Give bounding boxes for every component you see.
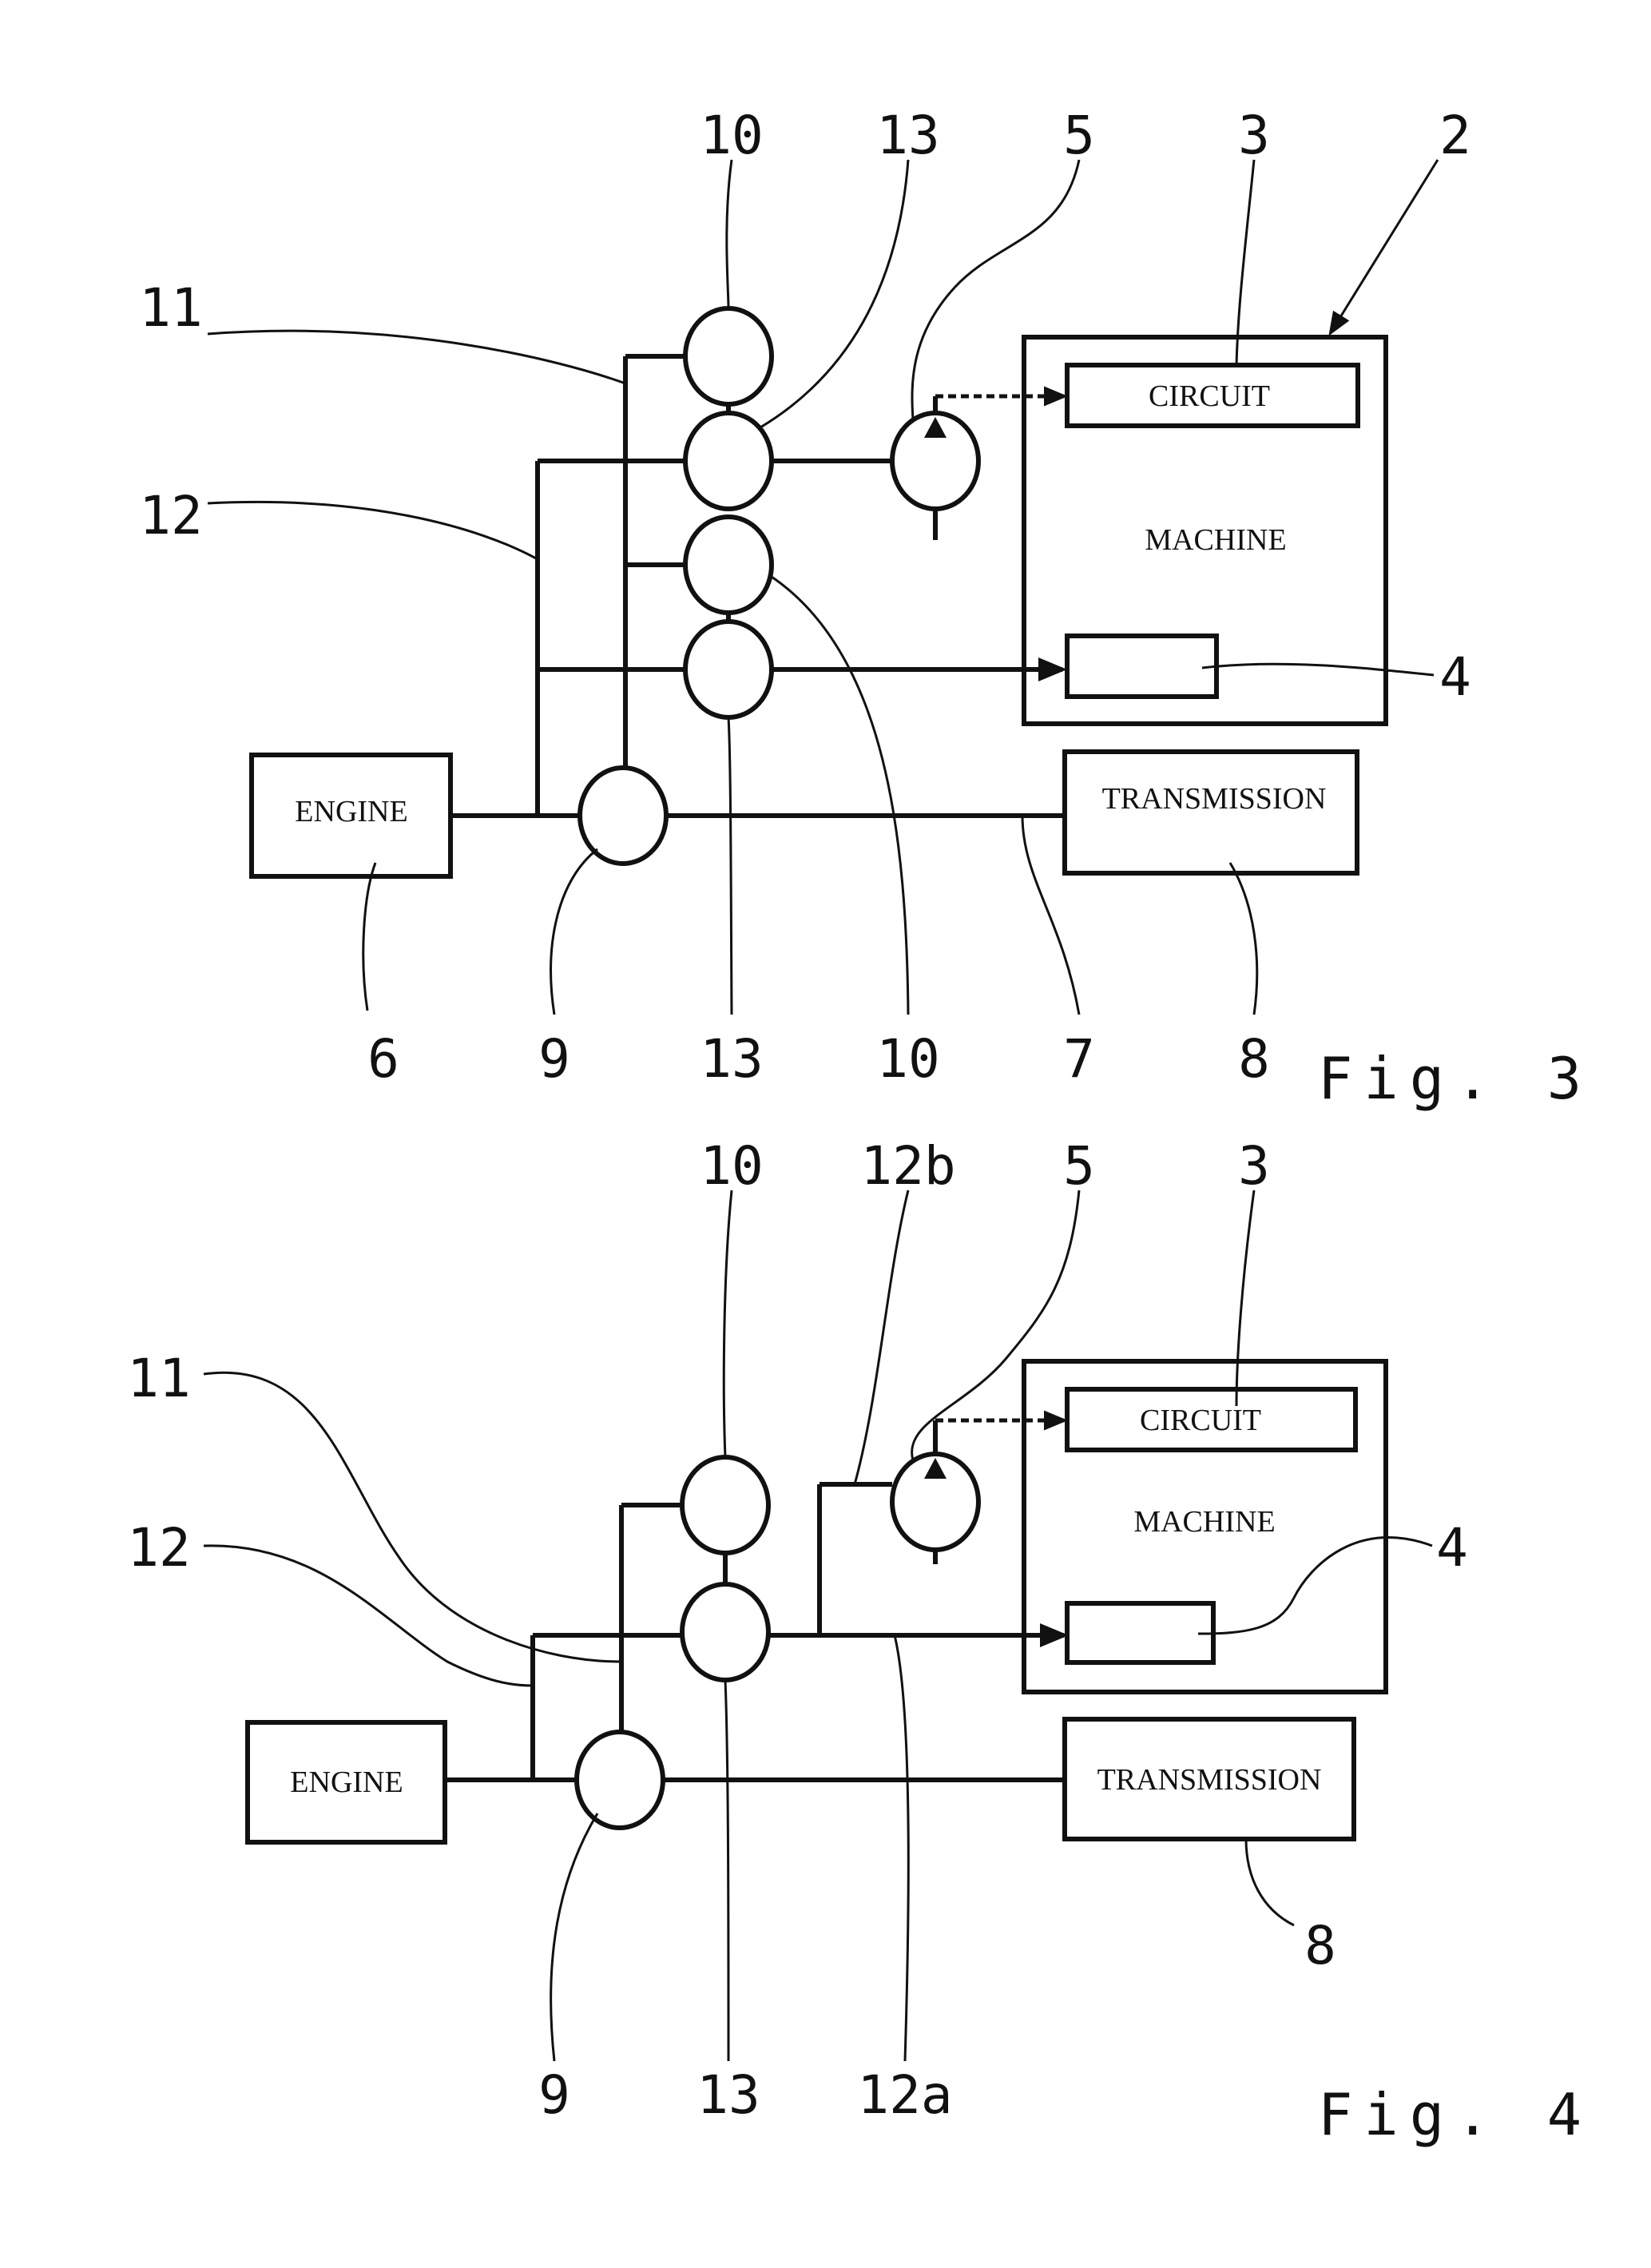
leader-2-arrow bbox=[1328, 159, 1439, 336]
leader-12a bbox=[893, 1634, 910, 2062]
ref-top-10: 10 bbox=[700, 1135, 763, 1197]
leader-9 bbox=[550, 1813, 599, 2062]
ref-bottom-9: 9 bbox=[538, 2064, 570, 2126]
leader-4 bbox=[1197, 1536, 1433, 1635]
leader-3 bbox=[1235, 159, 1256, 366]
ref-left-11: 11 bbox=[139, 277, 202, 339]
clutch-13-lower bbox=[683, 619, 774, 720]
leader-13 bbox=[724, 1679, 730, 2062]
ref-bottom-13: 13 bbox=[697, 2064, 760, 2126]
ref-top-5: 5 bbox=[1063, 105, 1095, 166]
ref-bottom-13: 13 bbox=[700, 1028, 763, 1090]
machine-label: MACHINE bbox=[1145, 523, 1286, 557]
gear-9 bbox=[577, 765, 669, 866]
leader-10 bbox=[722, 1190, 733, 1458]
ref-top-3: 3 bbox=[1238, 1135, 1270, 1197]
ref-left-12: 12 bbox=[127, 1517, 190, 1579]
ref-bottom-7: 7 bbox=[1063, 1028, 1095, 1090]
circuit-label: CIRCUIT bbox=[1140, 1404, 1261, 1437]
ref-right-4: 4 bbox=[1439, 646, 1471, 708]
clutch-10-upper bbox=[683, 306, 774, 407]
ref-top-13: 13 bbox=[876, 105, 939, 166]
leader-10-top bbox=[725, 159, 733, 309]
leader-12 bbox=[203, 1544, 534, 1687]
transmission-label: TRANSMISSION bbox=[1102, 782, 1327, 816]
leader-3 bbox=[1235, 1190, 1256, 1407]
ref-bottom-9: 9 bbox=[538, 1028, 570, 1090]
patent-drawing: ENGINE TRANSMISSION MACHINE CIRCUIT 10 1… bbox=[127, 105, 1593, 2148]
leader-8 bbox=[1228, 862, 1259, 1015]
leader-11 bbox=[207, 329, 626, 385]
ref-right-4: 4 bbox=[1436, 1517, 1468, 1579]
ref-bottom-8: 8 bbox=[1238, 1028, 1270, 1090]
ref-top-5: 5 bbox=[1063, 1135, 1095, 1197]
gear-9 bbox=[574, 1730, 665, 1830]
leader-6 bbox=[362, 862, 377, 1011]
ref-left-11: 11 bbox=[127, 1348, 190, 1409]
transmission-label: TRANSMISSION bbox=[1097, 1763, 1322, 1797]
leader-7 bbox=[1021, 815, 1081, 1015]
ref-bottom-6: 6 bbox=[367, 1028, 399, 1090]
leader-12 bbox=[207, 500, 538, 561]
clutch-10-lower bbox=[683, 514, 774, 615]
leader-10-bottom bbox=[771, 575, 910, 1015]
clutch-10 bbox=[680, 1455, 771, 1555]
ref-top-12b: 12b bbox=[860, 1135, 955, 1197]
leader-4 bbox=[1201, 662, 1435, 677]
leader-9 bbox=[550, 848, 598, 1015]
leader-11 bbox=[203, 1371, 622, 1663]
clutch-13-upper bbox=[683, 411, 774, 511]
ref-bottom-12a: 12a bbox=[857, 2064, 952, 2126]
machine-label: MACHINE bbox=[1133, 1505, 1275, 1539]
ref-bottom-8: 8 bbox=[1304, 1915, 1336, 1976]
unit-4-box bbox=[1065, 1601, 1216, 1665]
ref-left-12: 12 bbox=[139, 485, 202, 546]
circuit-label: CIRCUIT bbox=[1149, 379, 1270, 413]
figure-3-caption: Fig. 3 bbox=[1318, 1045, 1593, 1112]
figure-4-caption: Fig. 4 bbox=[1318, 2081, 1593, 2148]
figure-3: ENGINE TRANSMISSION MACHINE CIRCUIT 10 1… bbox=[139, 105, 1593, 1112]
figure-4: ENGINE TRANSMISSION MACHINE CIRCUIT 10 1… bbox=[127, 1135, 1593, 2148]
leader-13-bottom bbox=[727, 717, 733, 1015]
unit-4-box bbox=[1065, 634, 1219, 699]
engine-label: ENGINE bbox=[295, 795, 407, 828]
ref-bottom-10: 10 bbox=[876, 1028, 939, 1090]
leader-8 bbox=[1244, 1838, 1295, 1927]
ref-top-10: 10 bbox=[700, 105, 763, 166]
leader-12b bbox=[853, 1190, 910, 1485]
leader-5 bbox=[911, 159, 1081, 420]
leader-13-top bbox=[760, 159, 910, 429]
ref-top-2: 2 bbox=[1439, 105, 1471, 166]
engine-label: ENGINE bbox=[290, 1766, 403, 1799]
clutch-13 bbox=[680, 1582, 771, 1682]
ref-top-3: 3 bbox=[1238, 105, 1270, 166]
